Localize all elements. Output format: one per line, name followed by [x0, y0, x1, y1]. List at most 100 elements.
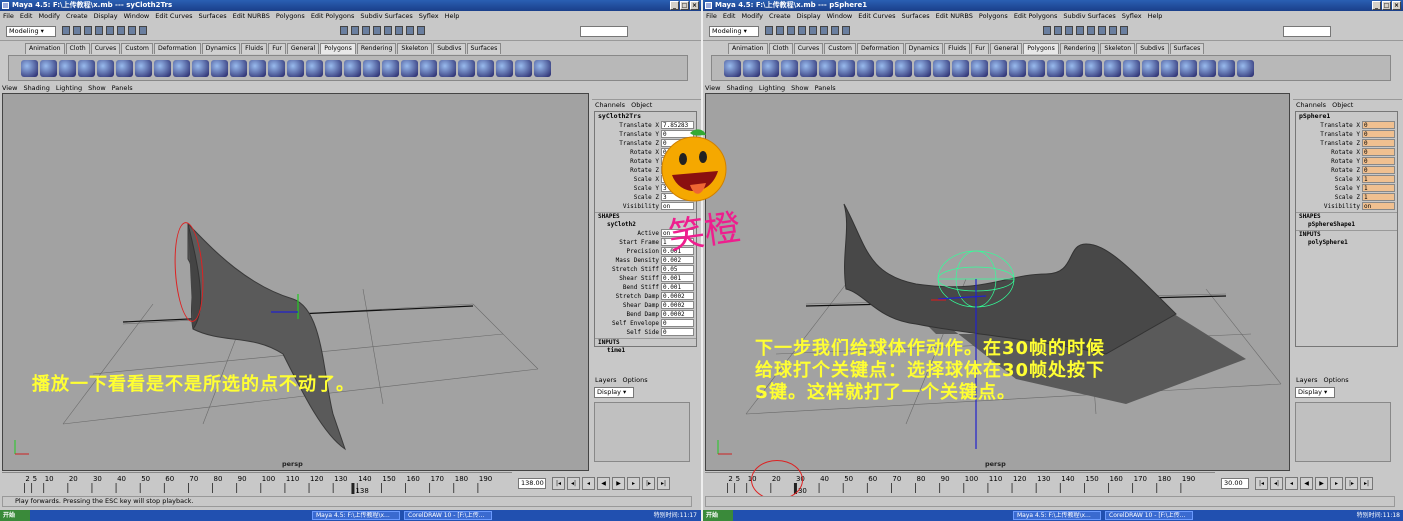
save-icon[interactable]	[787, 26, 795, 35]
snap-curve-icon[interactable]	[842, 26, 850, 35]
start-button[interactable]: 开始	[703, 510, 733, 521]
tab-deformation[interactable]: Deformation	[856, 43, 904, 54]
channel-value[interactable]: 0	[1362, 157, 1395, 165]
polygon-tool-icon[interactable]	[97, 59, 114, 77]
tab-skeleton[interactable]: Skeleton	[1100, 43, 1136, 54]
file-icon[interactable]	[765, 26, 773, 35]
tab-subdivs[interactable]: Subdivs	[433, 43, 466, 54]
snap-plane-icon[interactable]	[395, 26, 403, 35]
channel-value[interactable]: 0.0002	[661, 310, 694, 318]
layers-menu-layers[interactable]: Layers	[595, 376, 617, 385]
input-icon[interactable]	[406, 26, 414, 35]
channel-menu-object[interactable]: Object	[1332, 100, 1353, 110]
polygon-tool-icon[interactable]	[382, 59, 399, 77]
snap-curve-icon[interactable]	[139, 26, 147, 35]
menu-item-subdiv-surfaces[interactable]: Subdiv Surfaces	[1063, 11, 1115, 22]
play-back-button[interactable]: ◀	[1300, 477, 1313, 490]
menu-item-window[interactable]: Window	[827, 11, 853, 22]
menu-item-modify[interactable]: Modify	[38, 11, 60, 22]
channel-value[interactable]: 0.0002	[661, 301, 694, 309]
polygon-tool-icon[interactable]	[230, 59, 247, 77]
go-end-button[interactable]: ▸|	[1360, 477, 1373, 490]
polygon-tool-icon[interactable]	[895, 59, 912, 77]
polygon-tool-icon[interactable]	[838, 59, 855, 77]
menu-item-edit-polygons[interactable]: Edit Polygons	[311, 11, 355, 22]
layer-list[interactable]	[594, 402, 690, 462]
channel-value[interactable]: 1	[1362, 175, 1395, 183]
polygon-tool-icon[interactable]	[952, 59, 969, 77]
polygon-tool-icon[interactable]	[211, 59, 228, 77]
selection-field[interactable]	[580, 26, 628, 37]
polygon-tool-icon[interactable]	[1104, 59, 1121, 77]
mode-select[interactable]: Modeling ▾	[6, 26, 56, 37]
polygon-tool-icon[interactable]	[743, 59, 760, 77]
polygon-tool-icon[interactable]	[344, 59, 361, 77]
tab-general[interactable]: General	[286, 43, 320, 54]
polygon-tool-icon[interactable]	[1009, 59, 1026, 77]
tab-curves[interactable]: Curves	[90, 43, 121, 54]
polygon-tool-icon[interactable]	[116, 59, 133, 77]
polygon-tool-icon[interactable]	[496, 59, 513, 77]
tab-dynamics[interactable]: Dynamics	[201, 43, 241, 54]
polygon-tool-icon[interactable]	[933, 59, 950, 77]
menu-item-edit-polygons[interactable]: Edit Polygons	[1014, 11, 1058, 22]
polygon-tool-icon[interactable]	[515, 59, 532, 77]
input-icon[interactable]	[1109, 26, 1117, 35]
snap-grid-icon[interactable]	[831, 26, 839, 35]
menu-item-window[interactable]: Window	[124, 11, 150, 22]
polygon-tool-icon[interactable]	[1180, 59, 1197, 77]
tab-fluids[interactable]: Fluids	[944, 43, 971, 54]
select-component-icon[interactable]	[117, 26, 125, 35]
channel-value[interactable]: 0	[661, 319, 694, 327]
polygon-tool-icon[interactable]	[173, 59, 190, 77]
polygon-tool-icon[interactable]	[800, 59, 817, 77]
tab-polygons[interactable]: Polygons	[320, 43, 356, 54]
ipr-icon[interactable]	[1065, 26, 1073, 35]
tab-animation[interactable]: Animation	[25, 43, 65, 54]
polygon-tool-icon[interactable]	[306, 59, 323, 77]
tab-general[interactable]: General	[989, 43, 1023, 54]
step-back-button[interactable]: ◂	[1285, 477, 1298, 490]
tab-rendering[interactable]: Rendering	[1059, 43, 1100, 54]
polygon-tool-icon[interactable]	[1123, 59, 1140, 77]
go-start-button[interactable]: |◂	[1255, 477, 1268, 490]
tab-fluids[interactable]: Fluids	[241, 43, 268, 54]
polygon-tool-icon[interactable]	[1161, 59, 1178, 77]
channel-value[interactable]: 1	[1362, 184, 1395, 192]
menu-item-surfaces[interactable]: Surfaces	[198, 11, 226, 22]
polygon-tool-icon[interactable]	[477, 59, 494, 77]
channel-value[interactable]: 0	[1362, 139, 1395, 147]
current-time-marker[interactable]	[351, 483, 355, 494]
tab-surfaces[interactable]: Surfaces	[466, 43, 502, 54]
menu-item-edit-nurbs[interactable]: Edit NURBS	[936, 11, 973, 22]
maximize-button[interactable]: □	[1382, 1, 1391, 10]
polygon-tool-icon[interactable]	[781, 59, 798, 77]
snap-grid-icon[interactable]	[128, 26, 136, 35]
polygon-tool-icon[interactable]	[1085, 59, 1102, 77]
tab-cloth[interactable]: Cloth	[768, 43, 793, 54]
layers-menu-options[interactable]: Options	[623, 376, 648, 385]
open-icon[interactable]	[776, 26, 784, 35]
channel-value[interactable]: 0	[1362, 121, 1395, 129]
menu-item-help[interactable]: Help	[1148, 11, 1163, 22]
polygon-tool-icon[interactable]	[876, 59, 893, 77]
tab-dynamics[interactable]: Dynamics	[904, 43, 944, 54]
select-object-icon[interactable]	[106, 26, 114, 35]
tab-custom[interactable]: Custom	[824, 43, 856, 54]
tab-custom[interactable]: Custom	[121, 43, 153, 54]
polygon-tool-icon[interactable]	[1237, 59, 1254, 77]
menu-item-syflex[interactable]: Syflex	[419, 11, 439, 22]
polygon-tool-icon[interactable]	[287, 59, 304, 77]
taskbar-maya[interactable]: Maya 4.5: F:\上传教程\x...	[312, 511, 400, 520]
snap-point-icon[interactable]	[384, 26, 392, 35]
tab-rendering[interactable]: Rendering	[356, 43, 397, 54]
panel-menu-panels[interactable]: Panels	[815, 84, 836, 93]
step-key-button[interactable]: |▸	[1345, 477, 1358, 490]
channel-value[interactable]: 0.0002	[661, 292, 694, 300]
polygon-tool-icon[interactable]	[534, 59, 551, 77]
polygon-tool-icon[interactable]	[363, 59, 380, 77]
channel-value[interactable]: 1	[1362, 193, 1395, 201]
select-component-icon[interactable]	[820, 26, 828, 35]
scene-view[interactable]	[3, 94, 589, 471]
channel-value[interactable]: 0	[1362, 148, 1395, 156]
